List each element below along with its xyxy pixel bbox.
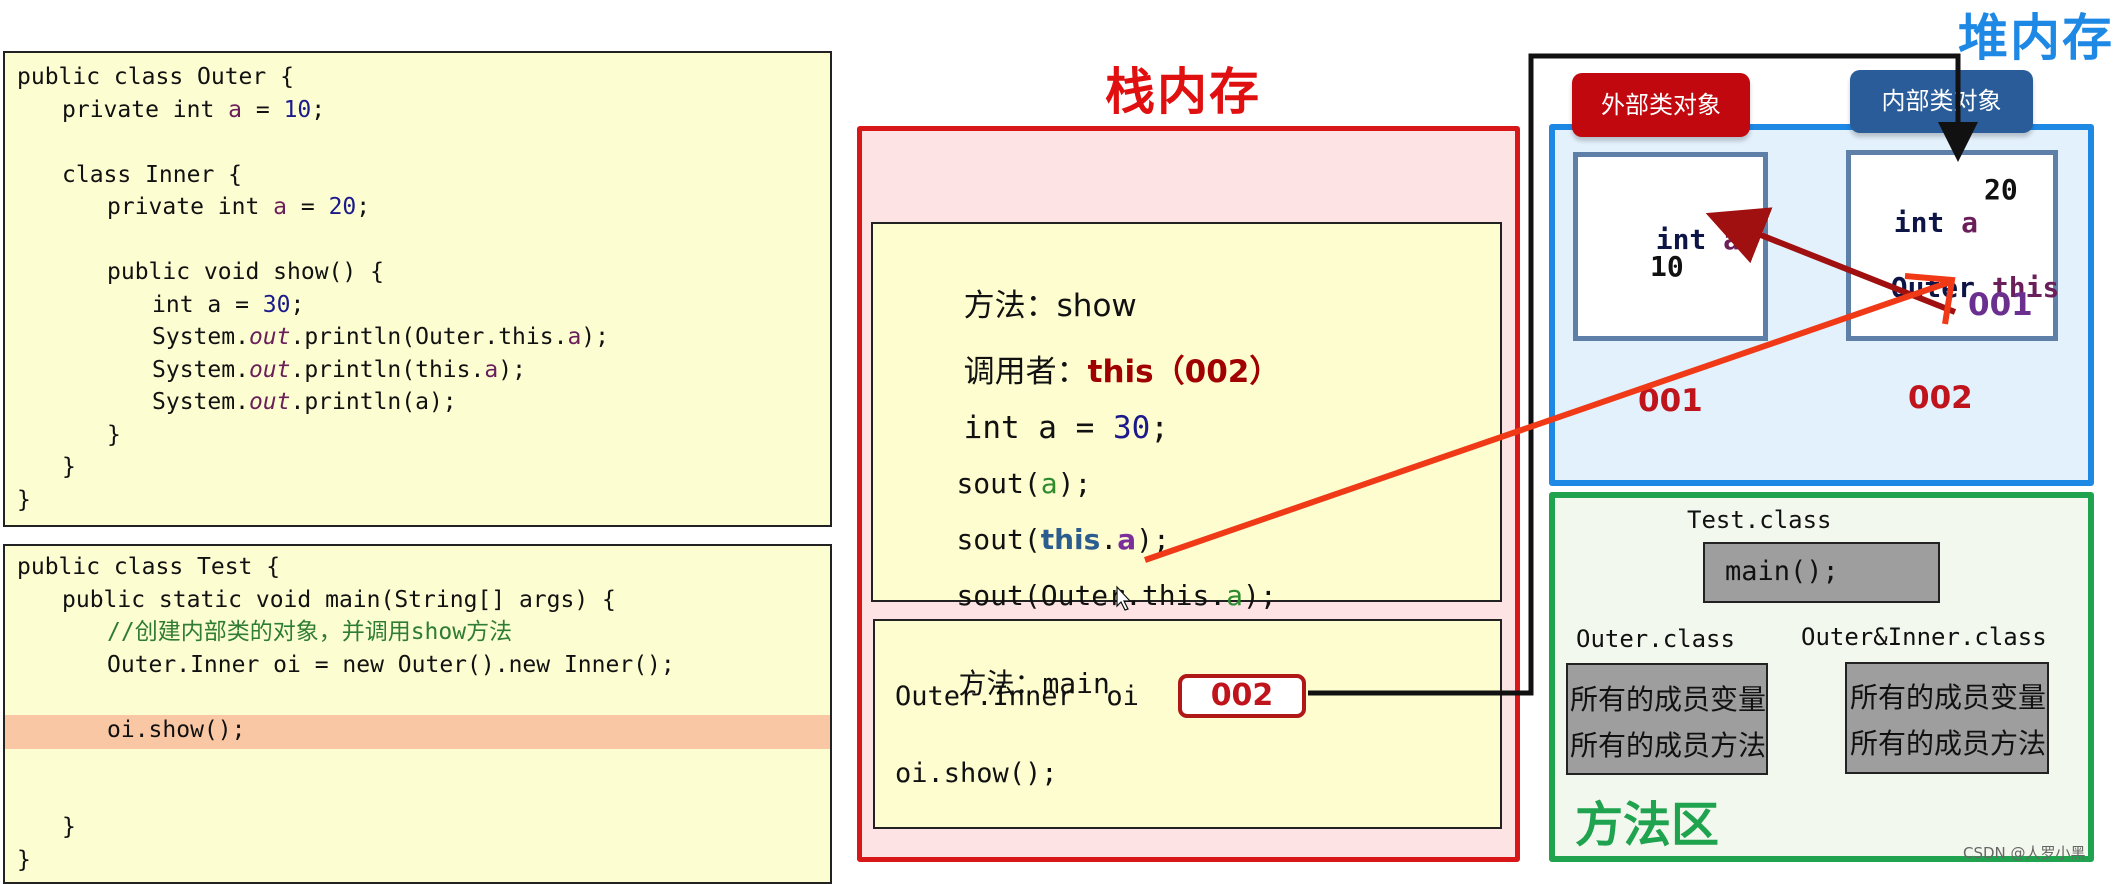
code-token: a [228,96,243,123]
code-line: public void show() { [107,256,384,288]
inner-object-field: int a [1860,173,1978,239]
sout-suffix: ); [1243,579,1277,612]
code-token: Outer.Inner oi = new Outer().new Inner()… [107,651,675,678]
code-token: = [287,194,329,220]
code-token: } [17,486,31,513]
code-token: class Inner { [62,161,243,188]
code-token: ); [498,356,526,383]
code-token: a [567,324,582,350]
code-line: int a = 30; [152,289,304,321]
inner-class-name: Outer&Inner.class [1801,623,2047,651]
outer-object-field-value: 10 [1650,250,1684,283]
code-token: out [248,324,291,350]
inner-object-address: 002 [1908,380,1973,416]
test-class-name: Test.class [1687,506,1832,534]
sout-prefix: sout(Outer.this. [956,579,1227,612]
code-token: } [62,454,76,480]
code-token: .println(a); [290,389,457,415]
outer-class-name: Outer.class [1576,625,1735,653]
code-token: } [107,421,121,448]
code-token: 30 [262,291,291,318]
code-token: .println(Outer.this. [290,324,568,350]
code-line: private int a = 20; [107,191,370,223]
code-token: System. [152,324,249,350]
outer-class-members-vars: 所有的成员变量 [1570,683,1767,716]
inner-class-members-vars: 所有的成员变量 [1850,681,2047,714]
code-line: } [107,419,121,451]
code-line: System.out.println(this.a); [152,354,526,386]
field-type: int [1893,206,1962,239]
code-token: ; [311,96,326,123]
inner-object-outer-ref-value: 001 [1968,287,2033,323]
field-name: a [1961,206,1979,239]
code-token: oi.show(); [107,716,246,743]
outer-class-members-methods: 所有的成员方法 [1570,729,1767,762]
code-token: out [248,356,291,383]
code-token: out [248,389,291,415]
code-token: ; [356,194,371,220]
heap-memory-title: 堆内存 [1958,9,2114,67]
code-line: System.out.println(a); [152,386,457,418]
code-token: ); [581,324,609,350]
code-line: public class Outer { [17,61,294,93]
code-token: System. [152,389,249,415]
code-token: //创建内部类的对象，并调用show方法 [107,619,513,645]
method-area-title: 方法区 [1575,797,1720,853]
main-method-frame: 方法：main Outer.Inner oi oi.show(); [873,619,1502,829]
inner-object-label: 内部类对象 [1850,70,2033,133]
code-line: public static void main(String[] args) { [62,584,616,616]
code-token: public class Test { [17,554,281,580]
code-token: 10 [283,96,312,123]
watermark: CSDN @人罗小黑 [1963,844,2086,862]
method-call-show: oi.show(); [895,758,1058,789]
test-class-main: main(); [1725,556,1839,587]
outer-object-label: 外部类对象 [1572,73,1750,137]
code-token: public void show() { [107,259,384,285]
field-name: a [1723,223,1741,256]
code-token: a [484,356,499,383]
outer-object-field: int a [1622,190,1740,256]
local-decl-value: 30 [1112,410,1151,446]
code-line: private int a = 10; [62,94,325,126]
code-token: int a = [152,291,263,318]
inner-object-field-value: 20 [1984,173,2018,206]
code-token: a [273,194,288,220]
code-token: System. [152,356,249,383]
code-token: private int [107,194,274,220]
code-line: System.out.println(Outer.this.a); [152,321,609,353]
sout-var: a [1226,579,1244,612]
outer-class-code-panel: public class Outer { private int a = 10; c… [3,51,832,527]
code-line: class Inner { [62,159,242,191]
code-token: } [62,814,76,840]
code-token: = [242,96,284,123]
code-token: private int [62,96,229,123]
test-class-code-panel: public class Test { public static void ma… [3,544,832,884]
code-line: } [17,484,31,516]
variable-declaration-oi: Outer.Inner oi [895,681,1139,712]
code-line: } [17,844,31,876]
show-method-frame: 方法：show 调用者：this（002） int a = 30; sout(a… [871,222,1502,612]
code-token: public static void main(String[] args) { [62,586,616,613]
code-line: oi.show(); [107,714,245,746]
stack-memory-title: 栈内存 [1105,63,1261,121]
local-decl-suffix: ; [1150,410,1169,446]
code-token: ; [290,291,305,318]
code-line: public class Test { [17,551,280,583]
inner-class-members-methods: 所有的成员方法 [1850,727,2047,760]
code-token: .println(this. [290,356,485,383]
code-token: } [17,846,31,873]
code-token: 20 [328,194,357,220]
outer-object-address: 001 [1638,383,1703,419]
code-line: //创建内部类的对象，并调用show方法 [107,616,512,648]
code-token: public class Outer { [17,64,294,90]
code-line: Outer.Inner oi = new Outer().new Inner()… [107,649,675,681]
code-line: } [62,811,76,843]
code-line: } [62,451,76,483]
reference-value-box: 002 [1178,674,1306,718]
